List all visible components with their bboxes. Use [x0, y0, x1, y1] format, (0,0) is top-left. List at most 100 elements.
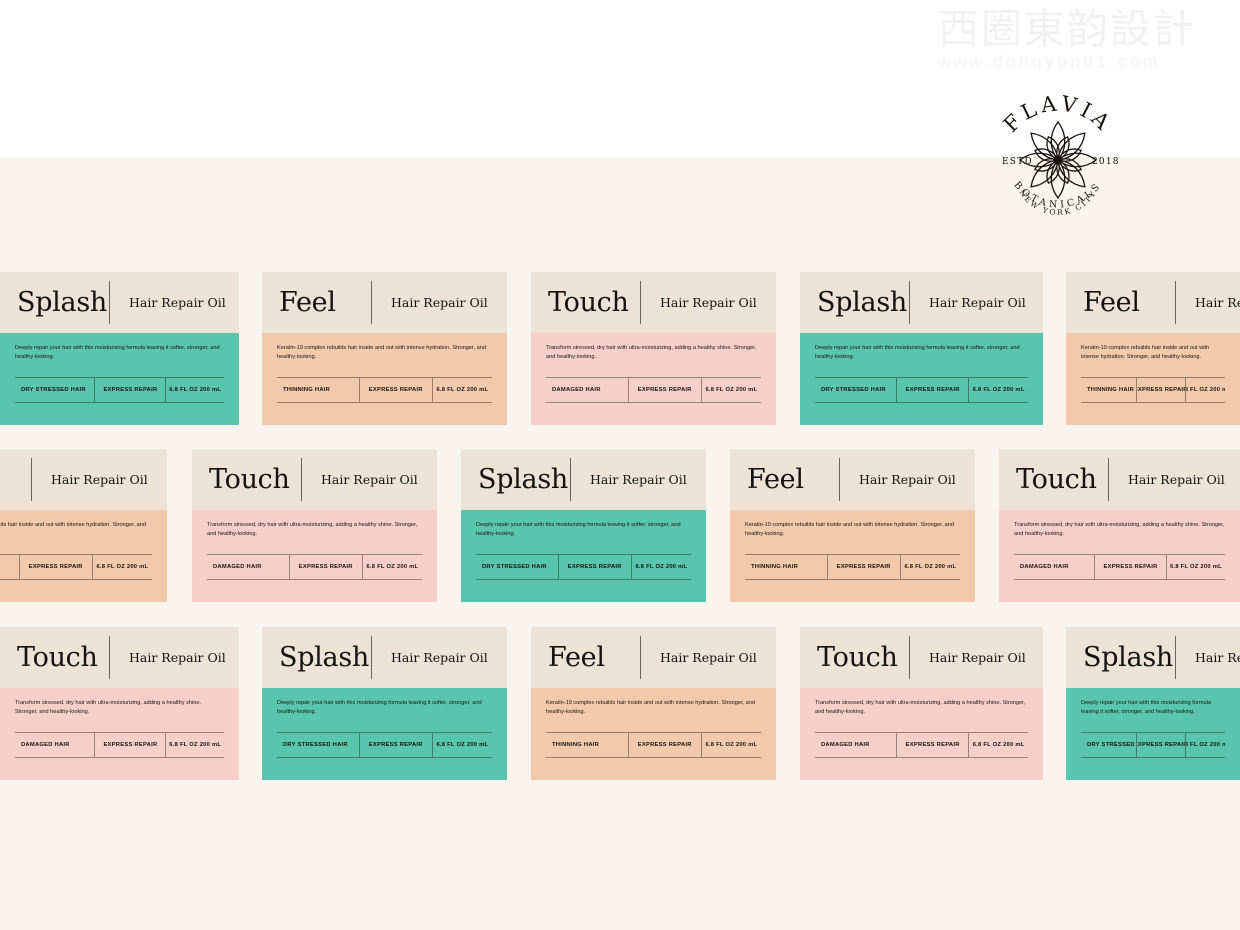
spec-hair-type: DRY STRESSED HAIR	[283, 742, 348, 749]
product-name: Feel	[548, 642, 605, 673]
card-header: Touch Hair Repair Oil	[0, 627, 239, 688]
product-label-card[interactable]: Touch Hair Repair Oil Transform stressed, …	[800, 627, 1043, 780]
header-divider	[31, 458, 32, 501]
spec-volume: 6.8 FL OZ 200 mL	[165, 733, 224, 758]
card-body: Deeply repair your hair with this moistu…	[262, 688, 507, 780]
spec-hair-type: THINNING HAIR	[751, 564, 799, 571]
spec-claim: EXPRESS REPAIR	[94, 378, 165, 403]
product-label-card[interactable]: Splash Hair Repair Oil Deeply repair your …	[461, 449, 706, 602]
spec-volume: 6.8 FL OZ 200 mL	[431, 733, 492, 758]
product-label-card[interactable]: Touch Hair Repair Oil Transform stressed, …	[999, 449, 1240, 602]
card-body: Transform stressed, dry hair with ultra-…	[192, 510, 437, 602]
spec-volume: 6.8 FL OZ 200 mL	[1184, 378, 1225, 403]
product-name: Splash	[817, 287, 907, 318]
card-header: Splash Hair Repair Oil	[1066, 627, 1240, 688]
spec-row: THINNING HAIREXPRESS REPAIR6.8 FL OZ 200…	[546, 732, 761, 759]
header-divider	[371, 281, 372, 324]
product-label-card[interactable]: Splash Hair Repair Oil Deeply repair your …	[0, 272, 239, 425]
product-label-card[interactable]: Touch Hair Repair Oil Transform stressed, …	[531, 272, 776, 425]
product-name: Touch	[817, 642, 898, 673]
product-subtitle: Hair Repair Oil	[129, 650, 226, 665]
card-header: Splash Hair Repair Oil	[461, 449, 706, 510]
header-divider	[109, 636, 110, 679]
product-label-card[interactable]: Touch Hair Repair Oil Transform stressed, …	[192, 449, 437, 602]
label-grid-canvas: Splash Hair Repair Oil Deeply repair your …	[0, 157, 1240, 930]
logo-year-label: 2018	[1092, 157, 1120, 167]
card-header: Feel Hair Repair Oil	[531, 627, 776, 688]
spec-volume: 6.8 FL OZ 200 mL	[1165, 555, 1225, 580]
spec-claim: EXPRESS REPAIR	[1094, 555, 1166, 580]
spec-hair-type: THINNING HAIR	[552, 742, 600, 749]
product-subtitle: Hair Repair Oil	[660, 295, 757, 310]
card-body: Transform stressed, dry hair with ultra-…	[800, 688, 1043, 780]
spec-row: DAMAGED HAIR EXPRESS REPAIR 6.8 FL OZ 200 …	[546, 377, 761, 404]
spec-row: DRY STRESSED HAIREXPRESS REPAIR6.8 FL OZ…	[1081, 732, 1225, 759]
product-description: Keratin-19 complex rebuilds hair inside …	[0, 522, 146, 528]
header-divider	[570, 458, 571, 501]
product-label-card[interactable]: Feel Hair Repair Oil Keratin-19 complex re…	[531, 627, 776, 780]
spec-row: THINNING HAIREXPRESS REPAIR6.8 FL OZ 200…	[1081, 377, 1225, 404]
product-subtitle: Hair Repair Oil	[1128, 472, 1225, 487]
spec-claim: EXPRESS REPAIR	[1135, 733, 1185, 758]
header-divider	[109, 281, 110, 324]
spec-row: DAMAGED HAIR EXPRESS REPAIR 6.8 FL OZ 200 …	[1014, 554, 1225, 581]
product-description: Deeply repair your hair with this moistu…	[1081, 700, 1211, 716]
card-header: Feel Hair Repair Oil	[1066, 272, 1240, 333]
header-divider	[909, 281, 910, 324]
product-label-card[interactable]: Feel Hair Repair Oil Keratin-19 complex re…	[0, 449, 167, 602]
spec-claim: EXPRESS REPAIR	[627, 378, 701, 403]
spec-hair-type: DRY STRESSED HAIR	[21, 387, 86, 394]
product-description: Transform stressed, dry hair with ultra-…	[207, 522, 418, 538]
product-subtitle: Hair Repair Oil	[391, 295, 488, 310]
header-divider	[640, 281, 641, 324]
spec-row: THINNING HAIR EXPRESS REPAIR6.8 FL OZ 200…	[745, 554, 960, 581]
spec-claim: EXPRESS REPAIR	[826, 555, 900, 580]
product-label-card[interactable]: Touch Hair Repair Oil Transform stressed, …	[0, 627, 239, 780]
spec-volume: 6.8 FL OZ 200 mL	[1184, 733, 1225, 758]
spec-hair-type: DAMAGED HAIR	[552, 387, 601, 394]
logo-estd-label: ESTD	[1002, 157, 1033, 167]
card-body: Keratin-19 complex rebuilds hair inside …	[531, 688, 776, 780]
spec-row: THINNING HAIREXPRESS REPAIR6.8 FL OZ 200…	[0, 554, 152, 581]
product-label-card[interactable]: Splash Hair Repair Oil Deeply repair your …	[800, 272, 1043, 425]
card-body: Deeply repair your hair with this moistu…	[461, 510, 706, 602]
spec-row: DRY STRESSED HAIREXPRESS REPAIR6.8 FL OZ…	[815, 377, 1028, 404]
product-label-card[interactable]: Feel Hair Repair Oil Keratin-19 complex re…	[262, 272, 507, 425]
product-subtitle: Hair Repair Oil	[1195, 295, 1240, 310]
svg-text:FLAVIA: FLAVIA	[999, 91, 1117, 137]
product-label-card[interactable]: Feel Hair Repair Oil Keratin-19 complex re…	[1066, 272, 1240, 425]
card-header: Feel Hair Repair Oil	[730, 449, 975, 510]
product-label-card[interactable]: Splash Hair Repair Oil Deeply repair your …	[262, 627, 507, 780]
card-header: Touch Hair Repair Oil	[999, 449, 1240, 510]
product-description: Transform stressed, dry hair with ultra-…	[546, 345, 757, 361]
product-description: Keratin-19 complex rebuilds hair inside …	[745, 522, 954, 538]
card-body: Deeply repair your hair with this moistu…	[0, 333, 239, 425]
card-body: Deeply repair your hair with this moistu…	[1066, 688, 1240, 780]
product-label-card[interactable]: Splash Hair Repair Oil Deeply repair your …	[1066, 627, 1240, 780]
product-subtitle: Hair Repair Oil	[1195, 650, 1240, 665]
header-divider	[1175, 281, 1176, 324]
product-subtitle: Hair Repair Oil	[929, 295, 1026, 310]
header-divider	[1175, 636, 1176, 679]
spec-volume: 6.8 FL OZ 200 mL	[91, 555, 152, 580]
card-body: Transform stressed, dry hair with ultra-…	[531, 333, 776, 425]
spec-hair-type: DAMAGED HAIR	[1020, 564, 1069, 571]
spec-volume: 6.8 FL OZ 200 mL	[899, 555, 960, 580]
product-description: Deeply repair your hair with this moistu…	[277, 700, 482, 716]
product-name: Touch	[17, 642, 98, 673]
spec-row: DAMAGED HAIR EXPRESS REPAIR 6.8 FL OZ 200 …	[815, 732, 1028, 759]
product-subtitle: Hair Repair Oil	[929, 650, 1026, 665]
product-name: Touch	[1016, 464, 1097, 495]
lotus-flower-icon: FLAVIA ESTD 2018 BOTANICALS NEW YORK CIT…	[999, 91, 1120, 217]
product-description: Keratin-19 complex rebuilds hair inside …	[546, 700, 755, 716]
spec-claim: EXPRESS REPAIR	[627, 733, 701, 758]
spec-volume: 6.8 FL OZ 200 mL	[361, 555, 422, 580]
card-body: Keratin-19 complex rebuilds hair inside …	[1066, 333, 1240, 425]
spec-hair-type: DRY STRESSED HAIR	[1087, 742, 1136, 749]
product-description: Deeply repair your hair with this moistu…	[476, 522, 681, 538]
product-name: Feel	[279, 287, 336, 318]
product-subtitle: Hair Repair Oil	[321, 472, 418, 487]
product-name: Splash	[478, 464, 568, 495]
product-name: Splash	[1083, 642, 1173, 673]
product-label-card[interactable]: Feel Hair Repair Oil Keratin-19 complex re…	[730, 449, 975, 602]
